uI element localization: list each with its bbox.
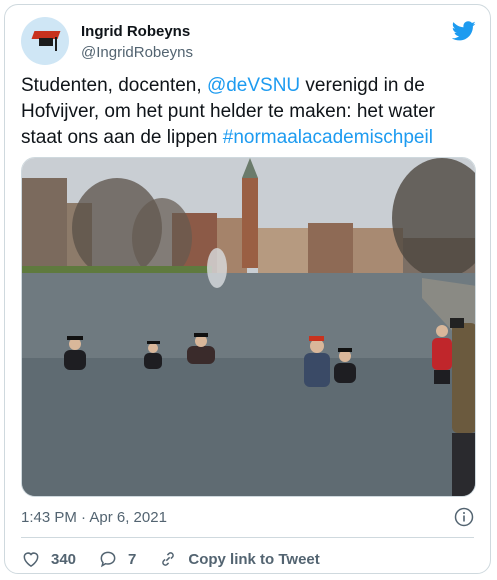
divider [21, 537, 474, 538]
info-icon[interactable] [454, 507, 474, 527]
tweet-text-part1: Studenten, docenten, [21, 75, 207, 96]
like-count: 340 [51, 550, 77, 568]
tweet-photo[interactable] [21, 157, 476, 497]
heart-icon [23, 552, 39, 567]
copy-link-label: Copy link to Tweet [188, 550, 320, 568]
avatar[interactable] [21, 17, 69, 65]
tweet-card: Ingrid Robeyns @IngridRobeyns Studenten,… [4, 4, 491, 574]
author-handle[interactable]: @IngridRobeyns [81, 44, 193, 61]
copy-link-button[interactable]: Copy link to Tweet [158, 549, 320, 569]
like-button[interactable]: 340 [21, 549, 76, 569]
mention-link[interactable]: @deVSNU [207, 75, 300, 96]
reply-button[interactable]: 7 [98, 549, 136, 569]
photo-scene [22, 158, 475, 496]
reply-count: 7 [128, 550, 137, 568]
author-name[interactable]: Ingrid Robeyns [81, 23, 190, 40]
tweet-timestamp[interactable]: 1:43 PM · Apr 6, 2021 [21, 509, 167, 526]
hashtag-link[interactable]: #normaalacademischpeil [223, 127, 433, 148]
action-bar: 340 7 Copy link to Tweet [21, 547, 342, 571]
tweet-text: Studenten, docenten, @deVSNU verenigd in… [21, 73, 476, 151]
link-icon [162, 552, 175, 566]
twitter-bird-icon[interactable] [452, 19, 476, 43]
reply-icon [100, 551, 116, 568]
